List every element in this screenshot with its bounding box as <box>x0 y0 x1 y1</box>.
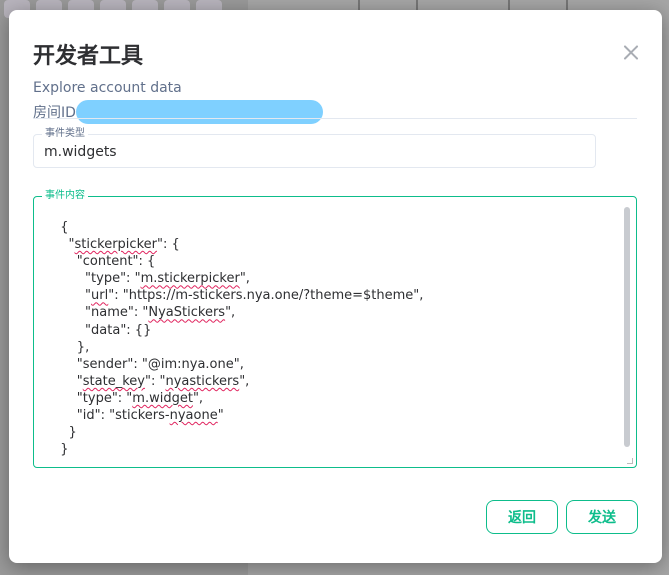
event-type-legend: 事件类型 <box>42 128 88 140</box>
code-text: "sender": "@im:nya.one", <box>52 356 244 372</box>
back-button[interactable]: 返回 <box>486 500 558 534</box>
code-text: ", <box>225 305 236 321</box>
misspelled-word: nyastickers <box>165 373 240 389</box>
room-id-redaction <box>75 100 323 124</box>
room-id-row: 房间ID <box>33 100 323 124</box>
code-text: ", <box>239 271 250 287</box>
code-text: "data": {} <box>52 322 152 338</box>
code-line: "content": { <box>52 253 423 270</box>
code-text: " <box>52 237 75 253</box>
resize-handle[interactable] <box>627 458 633 464</box>
code-line: "url": "https://m-stickers.nya.one/?them… <box>52 287 423 304</box>
event-content-legend: 事件内容 <box>42 190 88 202</box>
code-line: { <box>52 219 423 236</box>
code-text: ", <box>192 390 204 406</box>
send-button[interactable]: 发送 <box>566 500 638 534</box>
event-type-field[interactable]: 事件类型 m.widgets <box>33 128 596 168</box>
misspelled-word: stickerpicker <box>74 237 157 253</box>
code-text: " <box>52 373 83 389</box>
event-type-value: m.widgets <box>44 144 117 160</box>
room-id-label: 房间ID <box>33 105 76 121</box>
code-line: "id": "stickers-nyaone" <box>52 407 423 424</box>
code-text: " <box>52 288 92 304</box>
code-text: ": " <box>144 373 166 389</box>
misspelled-word: url <box>91 288 109 304</box>
dialog-title: 开发者工具 <box>33 44 144 69</box>
event-content-editor[interactable]: 事件内容 { "stickerpicker": { "content": { "… <box>33 190 637 468</box>
code-text: "id": "stickers- <box>52 408 170 424</box>
dialog-subtitle: Explore account data <box>33 80 182 96</box>
code-line: "stickerpicker": { <box>52 236 423 253</box>
code-line: "sender": "@im:nya.one", <box>52 356 423 373</box>
misspelled-word: NyaStickers <box>148 305 226 321</box>
code-text: " <box>217 408 224 424</box>
misspelled-word: m.stickerpicker <box>140 271 240 287</box>
misspelled-word: nyaone <box>169 408 218 424</box>
code-text: "type": " <box>52 271 141 287</box>
code-text: }, <box>52 339 90 355</box>
code-text: "name": " <box>52 305 149 321</box>
divider <box>33 118 637 119</box>
code-line: "state_key": "nyastickers", <box>52 373 423 390</box>
code-line: }, <box>52 339 423 356</box>
code-text: "content": { <box>52 254 156 270</box>
devtools-dialog: 开发者工具 Explore account data 房间ID 事件类型 m.w… <box>9 10 662 563</box>
editor-scrollbar[interactable] <box>624 207 630 447</box>
code-text: "type": " <box>52 390 133 406</box>
code-text: ", <box>239 373 250 389</box>
code-line: "data": {} <box>52 322 423 339</box>
event-content-text[interactable]: { "stickerpicker": { "content": { "type"… <box>52 219 423 458</box>
code-line: } <box>52 441 423 458</box>
code-text: } <box>52 442 69 458</box>
close-icon[interactable] <box>622 43 640 61</box>
misspelled-word: m.widget <box>132 390 193 406</box>
code-line: "type": "m.widget", <box>52 390 423 407</box>
code-line: "type": "m.stickerpicker", <box>52 270 423 287</box>
code-line: "name": "NyaStickers", <box>52 304 423 321</box>
code-text: } <box>52 425 77 441</box>
code-text: ": { <box>156 237 180 253</box>
code-text: { <box>52 220 69 235</box>
misspelled-word: state_key <box>82 373 145 389</box>
code-line: } <box>52 424 423 441</box>
code-text: ": "https://m-stickers.nya.one/?theme=$t… <box>108 288 424 304</box>
